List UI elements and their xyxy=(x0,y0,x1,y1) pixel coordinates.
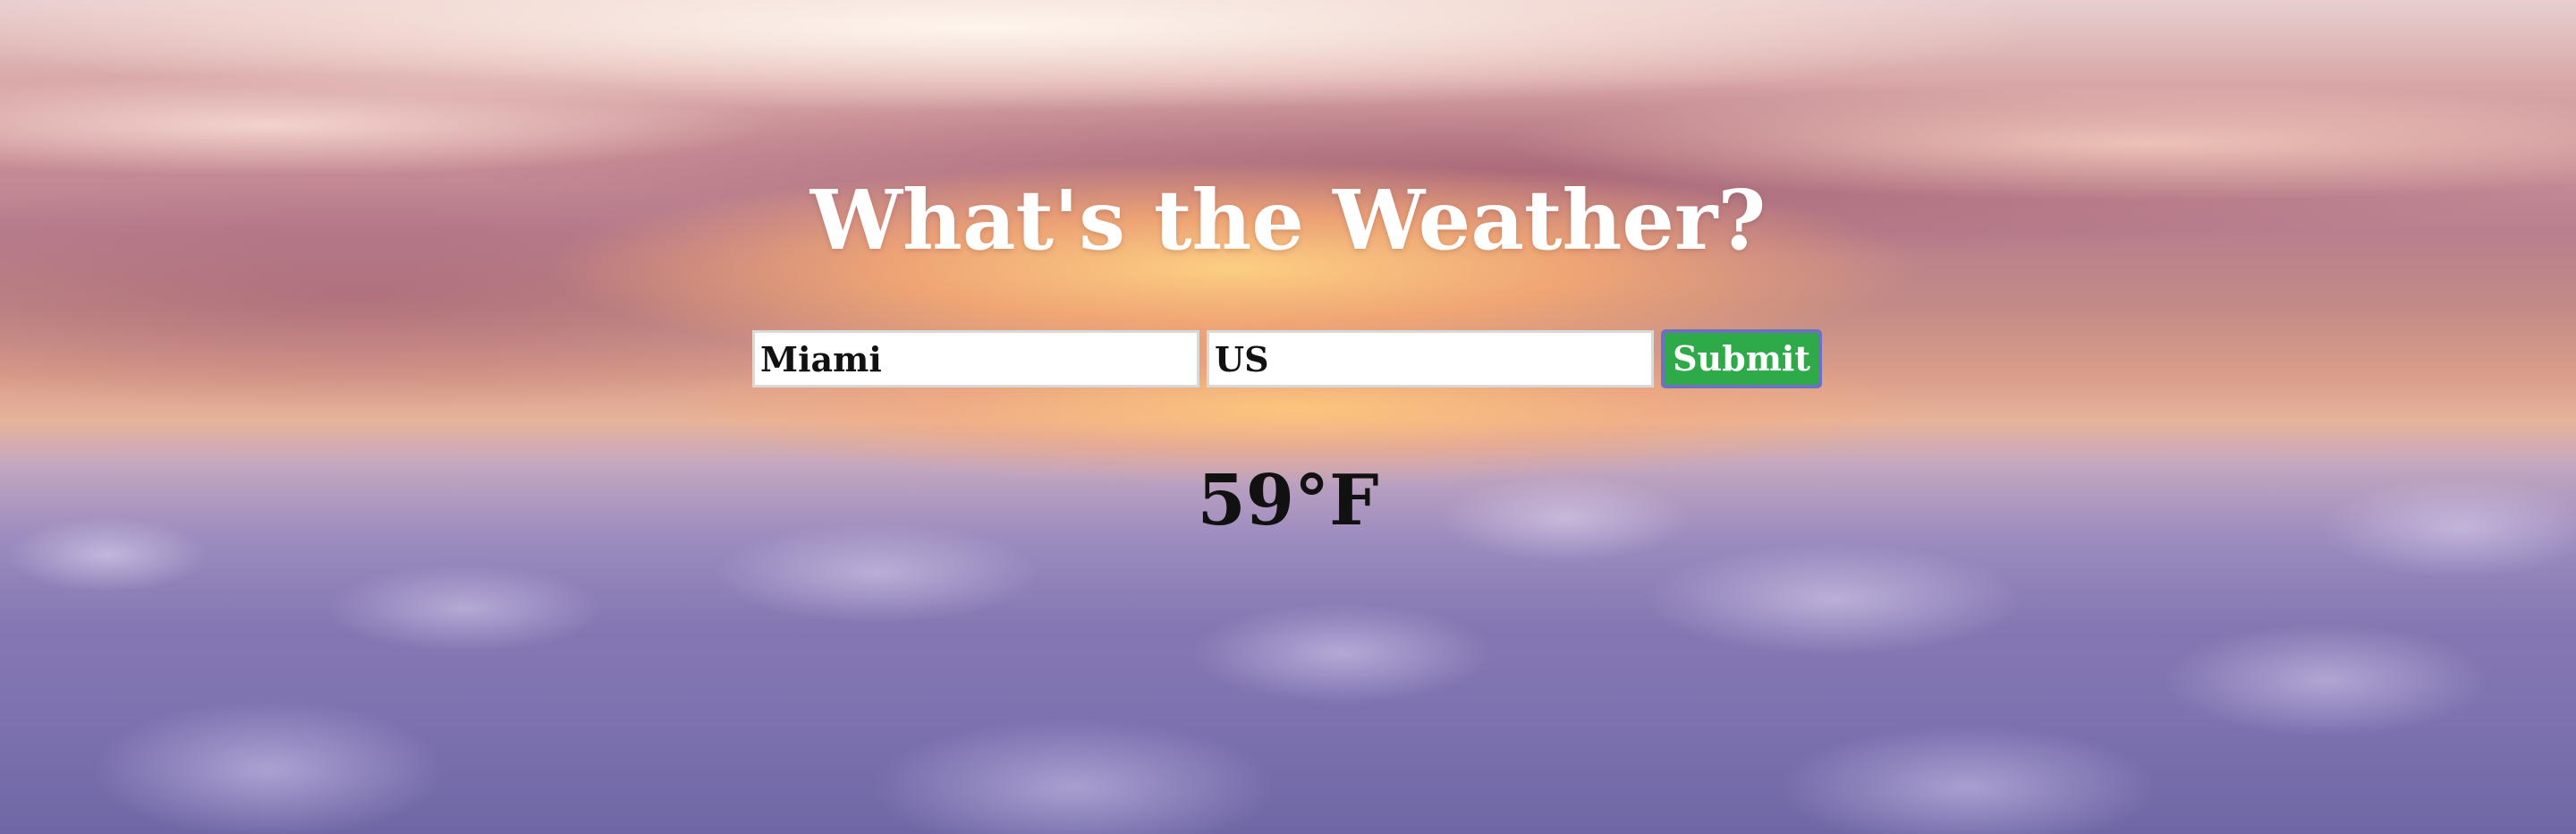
submit-button[interactable]: Submit xyxy=(1665,333,1818,385)
city-input[interactable] xyxy=(752,330,1199,387)
weather-form: Submit xyxy=(752,329,1822,388)
weather-app: What's the Weather? Submit 59°F xyxy=(0,0,2576,834)
country-input[interactable] xyxy=(1207,330,1654,387)
submit-focus-ring: Submit xyxy=(1661,329,1822,388)
temperature-display: 59°F xyxy=(1197,460,1379,541)
page-title: What's the Weather? xyxy=(809,172,1767,268)
